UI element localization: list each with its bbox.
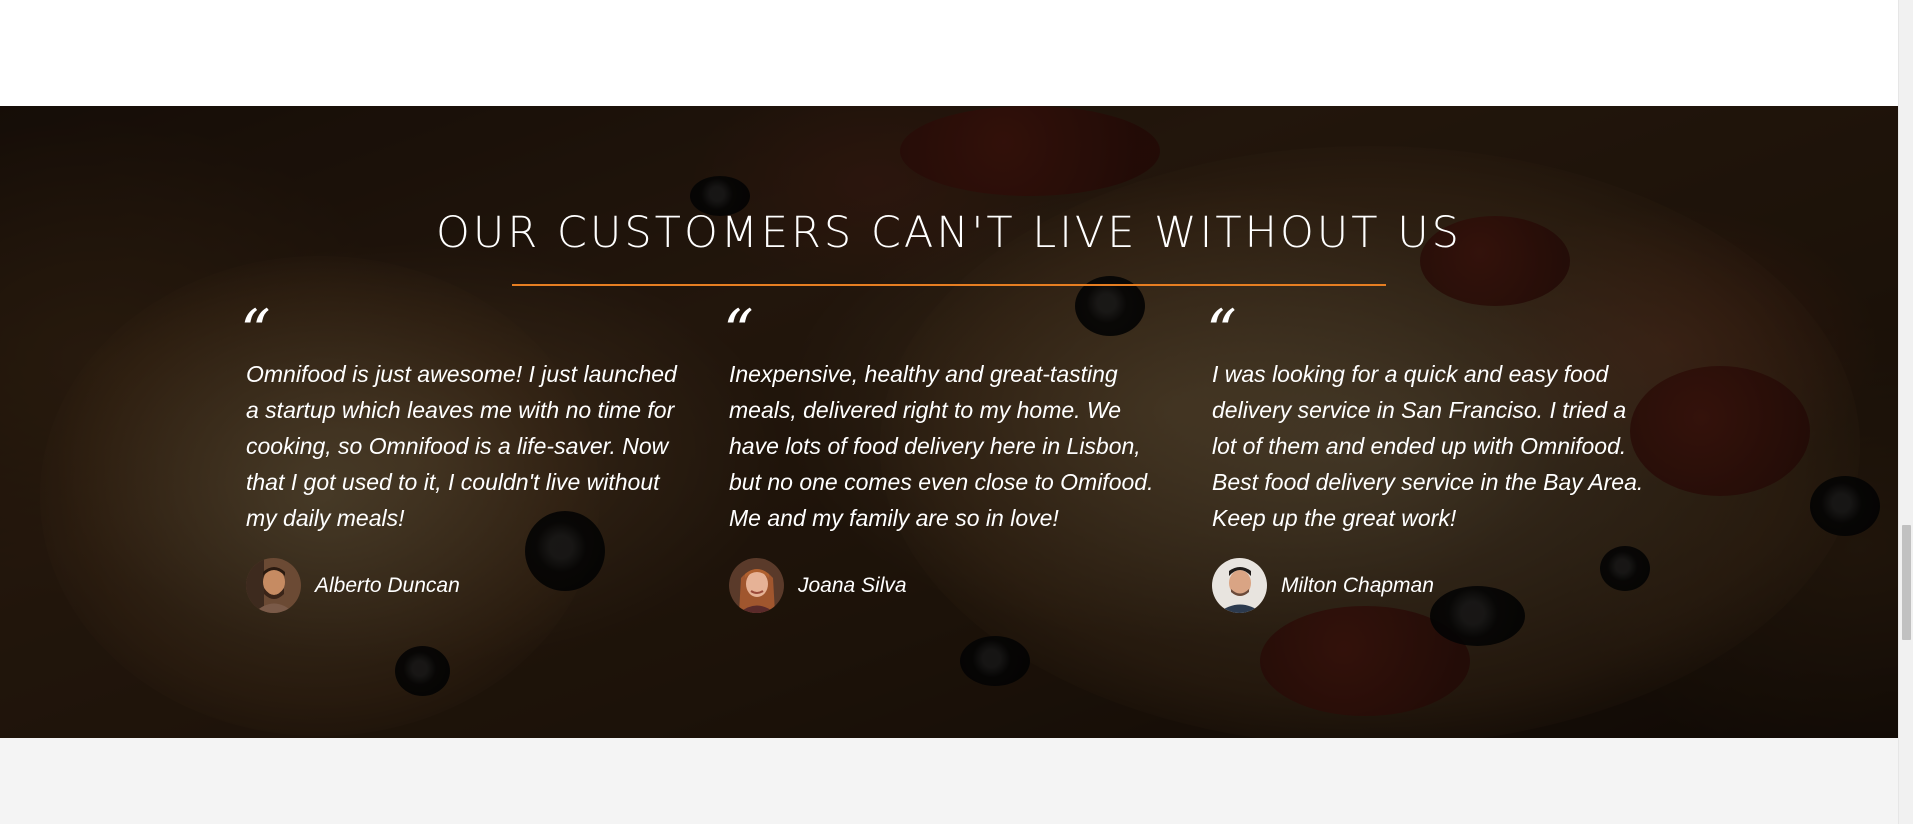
author-name: Alberto Duncan xyxy=(315,573,460,597)
testimonial-author: Milton Chapman xyxy=(1212,558,1662,613)
author-name: Joana Silva xyxy=(798,573,907,597)
testimonial-text: Inexpensive, healthy and great-tasting m… xyxy=(729,361,1154,531)
testimonial-card: “ Omnifood is just awesome! I just launc… xyxy=(240,302,696,613)
title-underline xyxy=(512,284,1386,286)
testimonial-card: “ Inexpensive, healthy and great-tasting… xyxy=(723,302,1179,613)
next-section-background xyxy=(0,738,1898,824)
quote-mark-icon: “ xyxy=(723,297,754,367)
page-scrollbar[interactable] xyxy=(1898,0,1913,824)
customer-avatar-man xyxy=(246,558,301,613)
testimonial-author: Alberto Duncan xyxy=(246,558,696,613)
testimonial-text: I was looking for a quick and easy food … xyxy=(1212,361,1644,531)
previous-section-blank xyxy=(0,0,1898,106)
testimonial-author: Joana Silva xyxy=(729,558,1179,613)
scrollbar-thumb[interactable] xyxy=(1902,525,1911,640)
customer-avatar-man xyxy=(1212,558,1267,613)
quote-mark-icon: “ xyxy=(240,297,271,367)
quote-mark-icon: “ xyxy=(1206,297,1237,367)
page: OUR CUSTOMERS CAN'T LIVE WITHOUT US “ Om… xyxy=(0,0,1913,824)
author-name: Milton Chapman xyxy=(1281,573,1434,597)
testimonial-card: “ I was looking for a quick and easy foo… xyxy=(1206,302,1662,613)
customer-avatar-woman xyxy=(729,558,784,613)
testimonial-text: Omnifood is just awesome! I just launche… xyxy=(246,361,677,531)
section-title: OUR CUSTOMERS CAN'T LIVE WITHOUT US xyxy=(436,208,1462,258)
testimonials-section: OUR CUSTOMERS CAN'T LIVE WITHOUT US “ Om… xyxy=(0,106,1898,738)
